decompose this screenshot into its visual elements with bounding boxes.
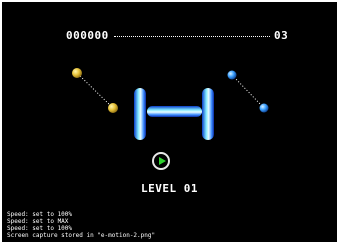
playfield: 000000 03 LEVEL 01 Speed: set to 100% Sp…: [2, 2, 337, 242]
level-label: LEVEL 01: [141, 182, 198, 195]
yellow-link-line: [77, 73, 114, 109]
game-art: [72, 68, 269, 140]
blue-node-top[interactable]: [227, 70, 237, 80]
tube-middle: [147, 106, 202, 117]
game-screen: 000000 03 LEVEL 01 Speed: set to 100% Sp…: [0, 0, 339, 244]
log-line: Screen capture stored in "e-motion-2.png…: [7, 232, 156, 239]
tube-left: [134, 88, 146, 140]
log-line: Speed: set to 100%: [7, 211, 73, 218]
blue-node-bottom[interactable]: [259, 103, 269, 113]
play-button[interactable]: [152, 152, 170, 170]
log-line: Speed: set to MAX: [7, 218, 69, 225]
yellow-node-top[interactable]: [72, 68, 82, 78]
yellow-node-bottom[interactable]: [108, 103, 118, 113]
console-log: Speed: set to 100% Speed: set to MAX Spe…: [7, 211, 155, 239]
tube-right: [202, 88, 214, 140]
log-line: Speed: set to 100%: [7, 225, 73, 232]
blue-link-line: [231, 74, 265, 109]
play-icon: [158, 157, 166, 165]
